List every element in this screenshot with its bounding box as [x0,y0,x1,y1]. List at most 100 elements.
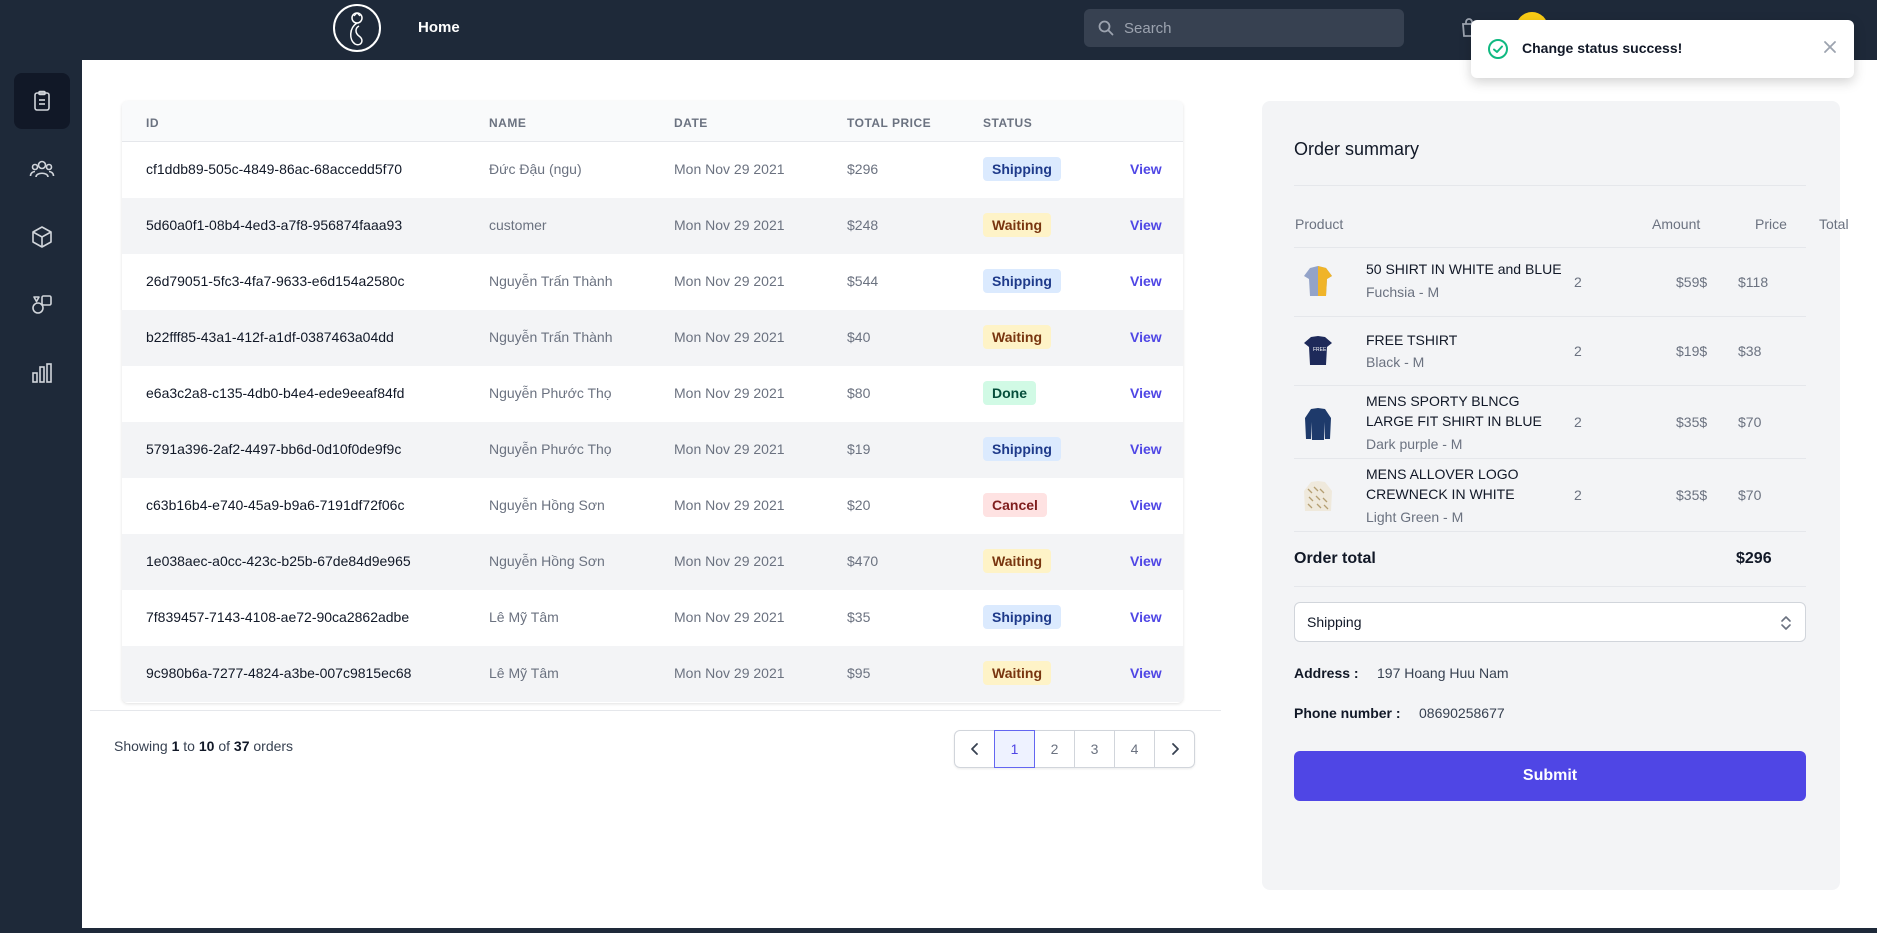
order-id: 26d79051-5fc3-4fa7-9633-e6d154a2580c [146,273,405,289]
success-toast: Change status success! [1471,20,1854,78]
search-icon [1098,20,1114,41]
product-image [1300,477,1336,517]
view-order-link[interactable]: View [1130,329,1162,345]
sidebar-item-orders[interactable] [14,73,70,129]
product-amount: 2 [1574,414,1582,430]
product-name: FREE TSHIRT [1366,332,1458,348]
summary-header-total: Total [1819,216,1849,232]
product-image [1300,404,1336,444]
status-badge: Shipping [983,605,1061,629]
product-price: $59$ [1676,274,1708,290]
product-amount: 2 [1574,487,1582,503]
status-select-value: Shipping [1307,614,1362,630]
divider [90,710,1221,711]
status-select[interactable]: Shipping [1294,602,1806,642]
pagination: 1 2 3 4 [954,730,1195,768]
status-badge: Cancel [983,493,1047,517]
order-total-price: $470 [847,553,879,569]
view-order-link[interactable]: View [1130,385,1162,401]
status-badge: Shipping [983,157,1061,181]
table-row: 9c980b6a-7277-4824-a3be-007c9815ec68 Lê M… [122,646,1183,702]
table-row: cf1ddb89-505c-4849-86ac-68accedd5f70 Đức … [122,142,1183,198]
product-row: FREE FREE TSHIRT Black - M 2 $19$ $38 [1294,317,1806,385]
product-price: $19$ [1676,343,1708,359]
product-total: $118 [1738,274,1769,290]
product-total: $70 [1738,487,1762,503]
order-total-price: $35 [847,609,871,625]
customer-name: Đức Đậu (ngu) [489,161,582,177]
sidebar-item-statistics[interactable] [14,345,70,401]
showing-suffix: orders [253,738,294,754]
table-row: 26d79051-5fc3-4fa7-9633-e6d154a2580c Nguy… [122,254,1183,310]
showing-of-word: of [218,738,231,754]
order-total-label: Order total [1294,550,1376,567]
order-date: Mon Nov 29 2021 [674,273,785,289]
status-badge: Shipping [983,269,1061,293]
brand-logo[interactable] [333,4,381,52]
page-button-1[interactable]: 1 [994,730,1035,768]
users-icon [29,160,55,178]
view-order-link[interactable]: View [1130,161,1162,177]
view-order-link[interactable]: View [1130,553,1162,569]
product-name: MENS ALLOVER LOGO CREWNECK IN WHITE [1366,466,1519,502]
phone-label: Phone number : [1294,705,1401,721]
close-icon[interactable] [1820,37,1840,62]
view-order-link[interactable]: View [1130,441,1162,457]
chart-bar-icon [32,363,52,383]
previous-page-button[interactable] [954,730,995,768]
view-order-link[interactable]: View [1130,609,1162,625]
order-date: Mon Nov 29 2021 [674,497,785,513]
product-total: $70 [1738,414,1762,430]
next-page-button[interactable] [1154,730,1195,768]
product-name: MENS SPORTY BLNCG LARGE FIT SHIRT IN BLU… [1366,393,1542,429]
page-button-3[interactable]: 3 [1074,730,1115,768]
product-image [1300,262,1336,302]
status-badge: Waiting [983,325,1052,349]
chevron-left-icon [970,743,978,755]
customer-name: customer [489,217,547,233]
column-header-id: ID [146,116,159,130]
view-order-link[interactable]: View [1130,665,1162,681]
column-header-total-price: TOTAL PRICE [847,116,932,130]
clipboard-icon [34,90,50,111]
view-order-link[interactable]: View [1130,273,1162,289]
product-variant: Black - M [1366,354,1425,370]
product-row: MENS ALLOVER LOGO CREWNECK IN WHITE Ligh… [1294,459,1806,531]
page-button-2[interactable]: 2 [1034,730,1075,768]
address-value: 197 Hoang Huu Nam [1377,665,1509,681]
order-total-price: $544 [847,273,879,289]
order-date: Mon Nov 29 2021 [674,329,785,345]
order-date: Mon Nov 29 2021 [674,385,785,401]
page-button-4[interactable]: 4 [1114,730,1155,768]
sidebar-item-users[interactable] [14,141,70,197]
order-total-price: $248 [847,217,879,233]
order-date: Mon Nov 29 2021 [674,609,785,625]
view-order-link[interactable]: View [1130,217,1162,233]
cube-icon [32,226,52,248]
table-row: 1e038aec-a0cc-423c-b25b-67de84d9e965 Nguy… [122,534,1183,590]
view-order-link[interactable]: View [1130,497,1162,513]
product-variant: Dark purple - M [1366,436,1463,452]
shapes-icon [32,295,52,314]
order-summary-panel: Order summary Product Amount Price Total… [1262,101,1849,890]
order-id: 9c980b6a-7277-4824-a3be-007c9815ec68 [146,665,412,681]
search-box[interactable] [1084,9,1404,47]
product-row: 50 SHIRT IN WHITE and BLUE Fuchsia - M 2… [1294,248,1806,316]
submit-button[interactable]: Submit [1294,751,1806,801]
chevron-right-icon [1171,743,1179,755]
search-input[interactable] [1124,9,1394,47]
nav-home-link[interactable]: Home [418,19,460,36]
status-badge: Waiting [983,213,1052,237]
showing-total: 37 [233,738,250,754]
sidebar-item-categories[interactable] [14,277,70,333]
order-id: e6a3c2a8-c135-4db0-b4e4-ede9eeaf84fd [146,385,405,401]
table-row: 5791a396-2af2-4497-bb6d-0d10f0de9f9c Nguy… [122,422,1183,478]
order-id: 1e038aec-a0cc-423c-b25b-67de84d9e965 [146,553,411,569]
order-id: c63b16b4-e740-45a9-b9a6-7191df72f06c [146,497,405,513]
divider [1294,185,1806,186]
sidebar-item-products[interactable] [14,209,70,265]
logo-icon [350,12,363,46]
order-total-price: $95 [847,665,871,681]
check-circle-icon [1487,38,1509,65]
table-row: b22fff85-43a1-412f-a1df-0387463a04dd Nguy… [122,310,1183,366]
